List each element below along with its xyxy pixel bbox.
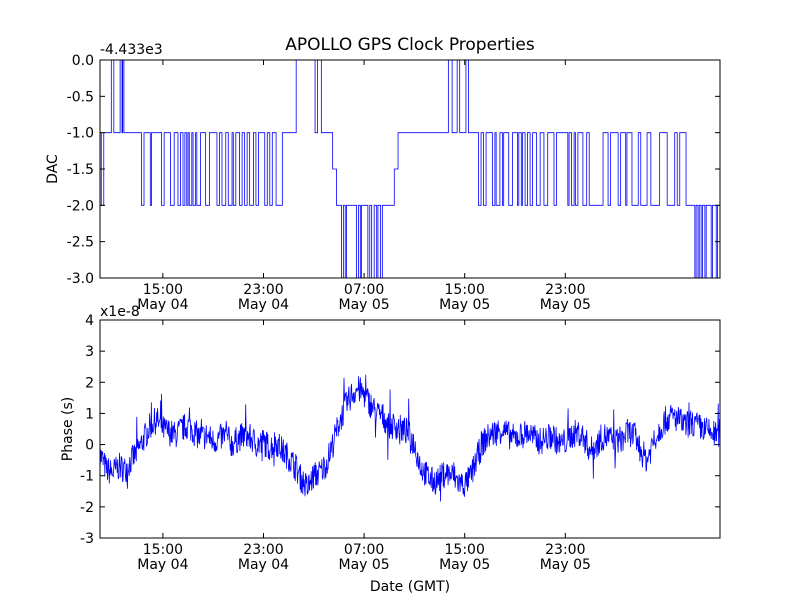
phase-y-tick-label: 1 xyxy=(85,406,94,422)
dac-x-tick-time: 23:00 xyxy=(545,282,585,298)
dac-x-tick-date: May 04 xyxy=(238,297,289,313)
phase-x-tick-time: 23:00 xyxy=(243,542,283,558)
dac-y-tick-label: -3.0 xyxy=(67,271,94,287)
dac-y-tick-label: -1.0 xyxy=(67,126,94,142)
figure-title: APOLLO GPS Clock Properties xyxy=(285,35,535,55)
dac-y-tick-label: -1.5 xyxy=(67,162,94,178)
dac-y-tick-label: -0.5 xyxy=(67,89,94,105)
phase-x-tick-date: May 04 xyxy=(137,557,188,573)
dac-y-tick-label: -2.5 xyxy=(67,235,94,251)
phase-x-label: Date (GMT) xyxy=(370,579,450,595)
phase-x-tick-date: May 05 xyxy=(439,557,490,573)
phase-x-tick-date: May 04 xyxy=(238,557,289,573)
phase-x-tick-time: 15:00 xyxy=(445,542,485,558)
dac-x-tick-date: May 05 xyxy=(540,297,591,313)
phase-y-label: Phase (s) xyxy=(60,397,76,461)
phase-offset-label: x1e-8 xyxy=(100,304,140,320)
phase-y-tick-label: 0 xyxy=(85,438,94,454)
dac-x-tick-time: 23:00 xyxy=(243,282,283,298)
dac-x-tick-date: May 05 xyxy=(439,297,490,313)
dac-y-tick-label: -2.0 xyxy=(67,198,94,214)
dac-x-tick-time: 15:00 xyxy=(445,282,485,298)
phase-y-tick-label: 2 xyxy=(85,375,94,391)
dac-offset-label: -4.433e3 xyxy=(100,42,163,58)
dac-y-tick-label: 0.0 xyxy=(72,53,94,69)
dac-x-tick-date: May 05 xyxy=(338,297,389,313)
phase-x-tick-time: 07:00 xyxy=(344,542,384,558)
dac-x-tick-time: 15:00 xyxy=(143,282,183,298)
phase-x-tick-date: May 05 xyxy=(540,557,591,573)
dac-x-tick-date: May 04 xyxy=(137,297,188,313)
phase-x-tick-time: 23:00 xyxy=(545,542,585,558)
phase-y-tick-label: -2 xyxy=(80,500,94,516)
dac-x-tick-time: 07:00 xyxy=(344,282,384,298)
phase-x-tick-date: May 05 xyxy=(338,557,389,573)
figure: APOLLO GPS Clock Properties 0.0 -0.5 -1.0 -… xyxy=(0,0,800,600)
dac-y-label: DAC xyxy=(45,154,61,184)
phase-y-tick-label: -1 xyxy=(80,469,94,485)
phase-y-tick-label: 3 xyxy=(85,344,94,360)
phase-y-tick-label: -3 xyxy=(80,531,94,547)
phase-y-tick-label: 4 xyxy=(85,313,94,329)
phase-x-tick-time: 15:00 xyxy=(143,542,183,558)
